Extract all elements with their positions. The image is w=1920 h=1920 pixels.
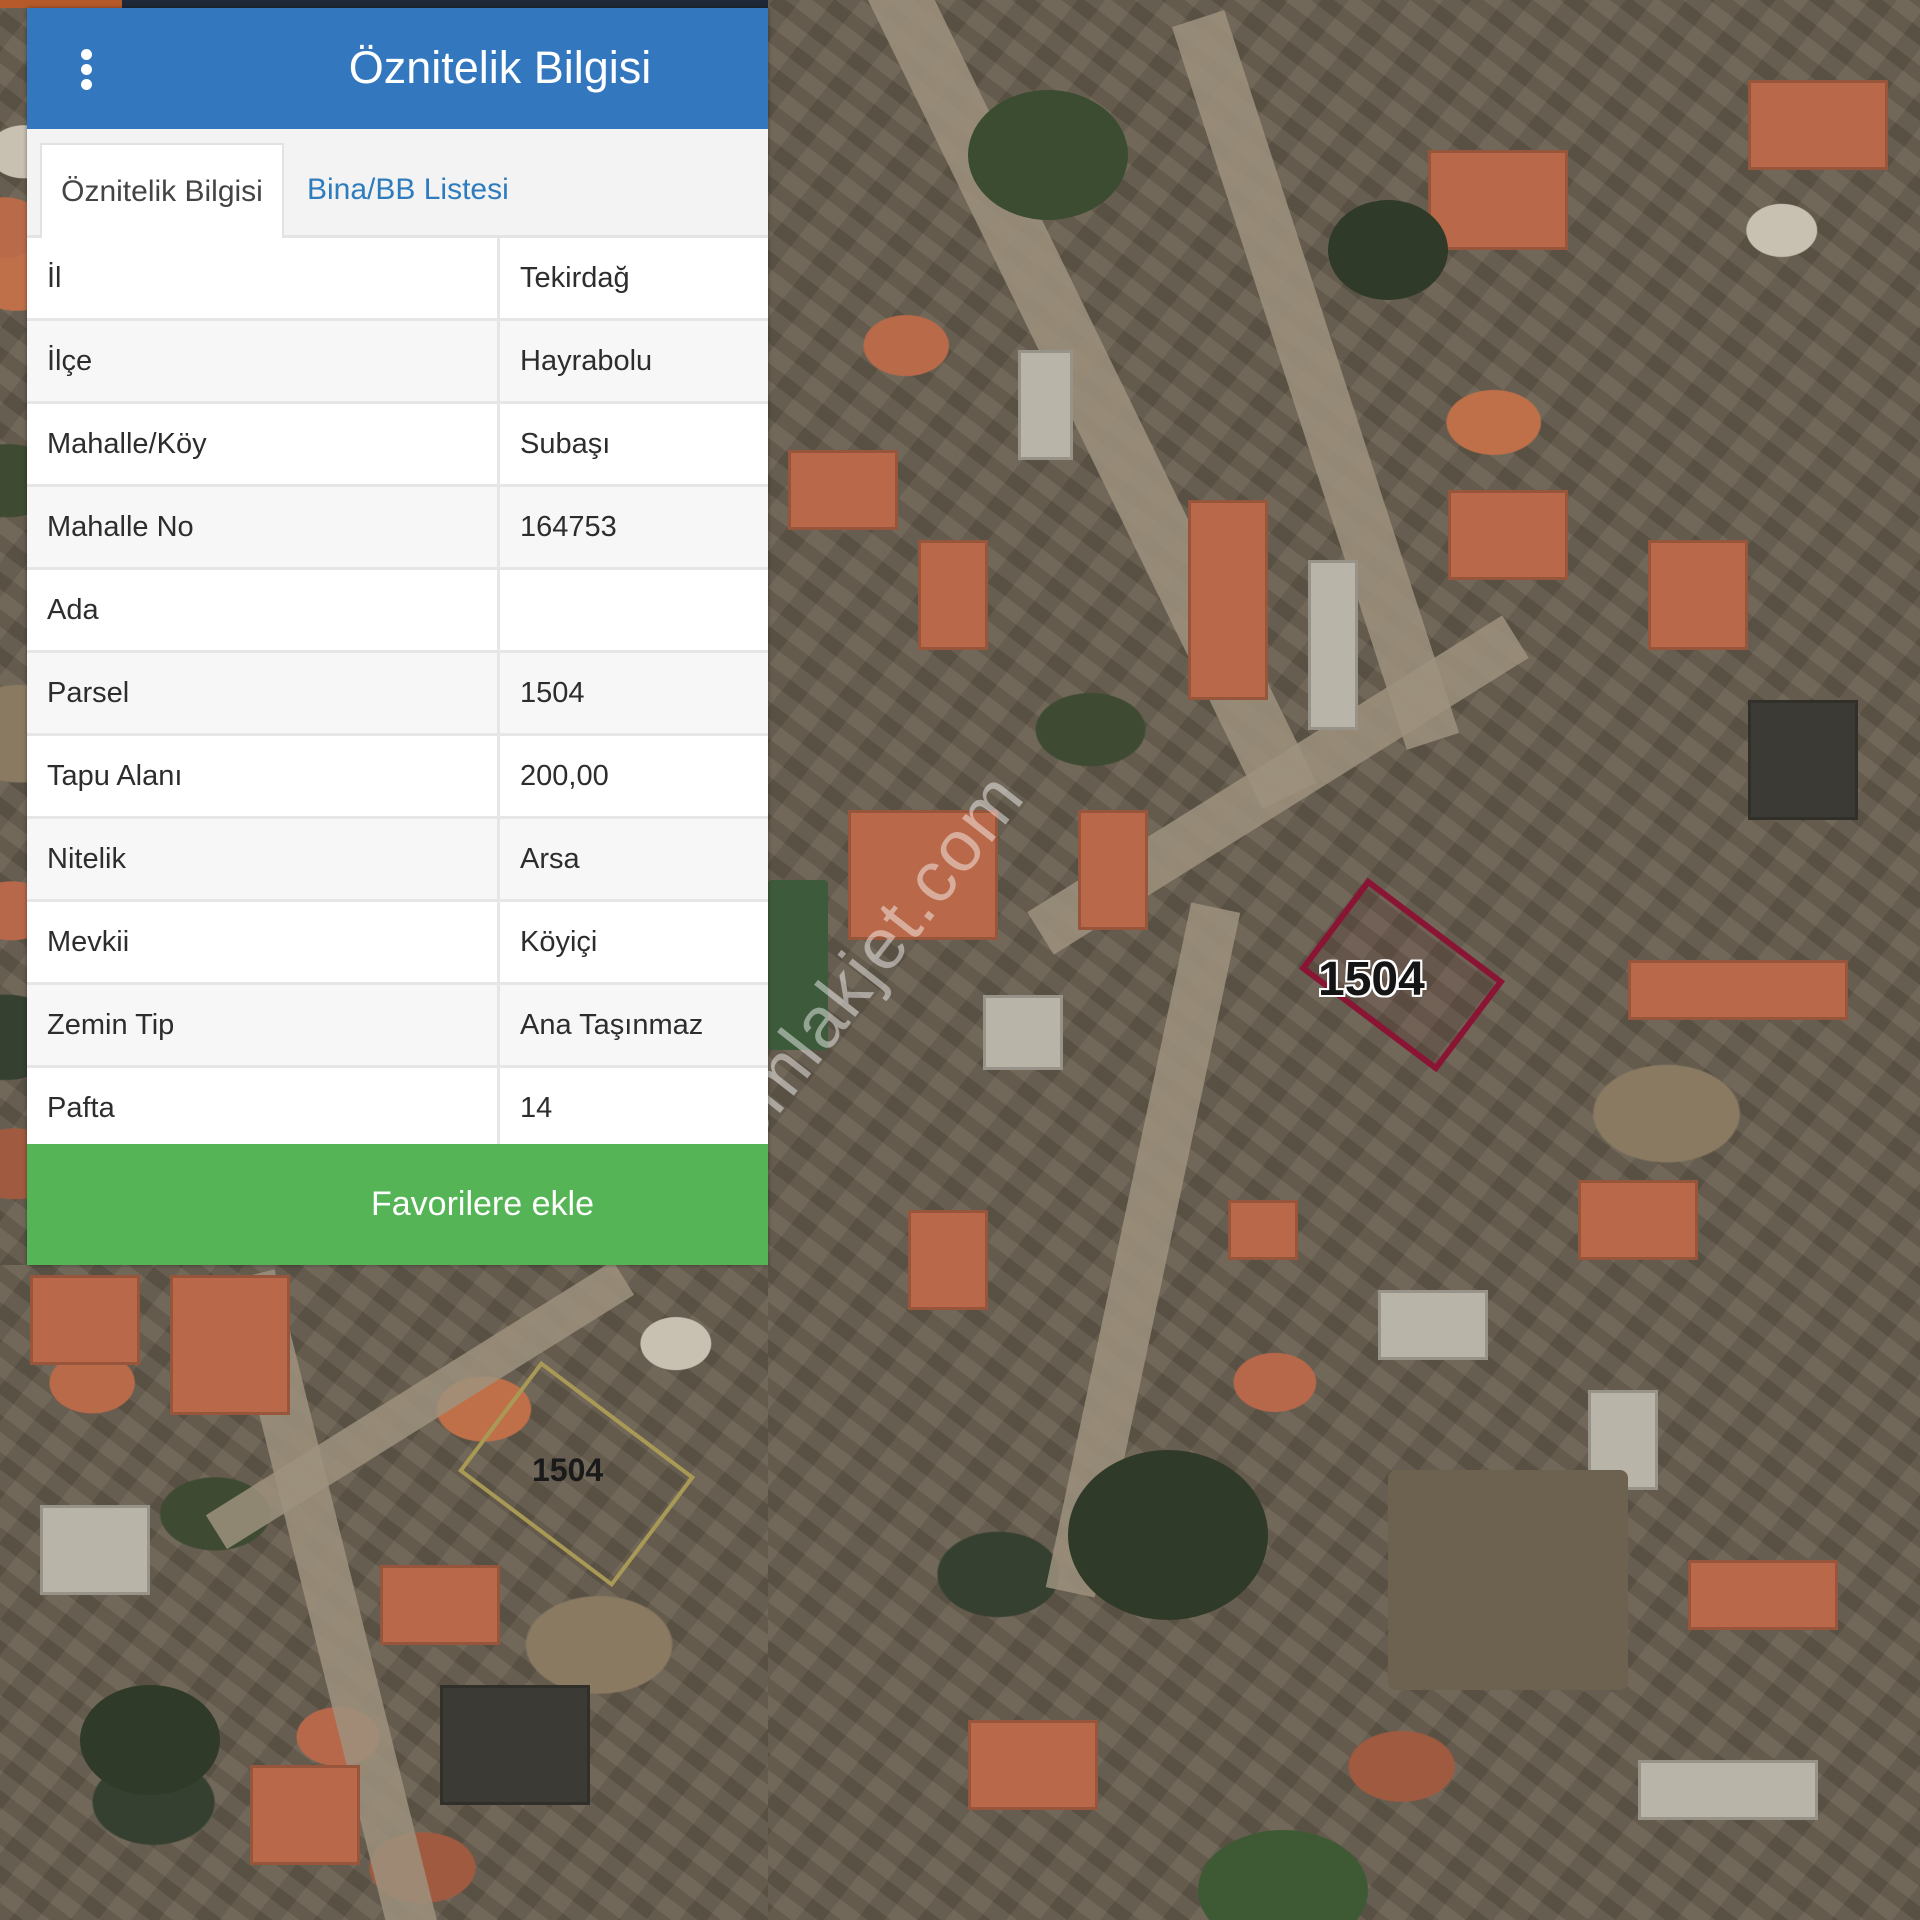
attribute-table: İl Tekirdağ İlçe Hayrabolu Mahalle/Köy Suba… xyxy=(27,238,768,1151)
parcel-label-inset: 1504 xyxy=(532,1452,604,1488)
table-row: İlçe Hayrabolu xyxy=(27,319,768,404)
row-value: Subaşı xyxy=(498,402,768,487)
row-key: Parsel xyxy=(27,651,500,736)
tab-building-list[interactable]: Bina/BB Listesi xyxy=(307,143,509,236)
tab-bar: Öznitelik Bilgisi Bina/BB Listesi xyxy=(27,129,768,238)
table-row: Ada xyxy=(27,568,768,653)
status-strip xyxy=(0,0,768,8)
table-row: Mahalle No 164753 xyxy=(27,485,768,570)
row-value: Tekirdağ xyxy=(498,238,768,321)
row-key: Ada xyxy=(27,568,500,653)
row-key: İlçe xyxy=(27,319,500,404)
row-key: Tapu Alanı xyxy=(27,734,500,819)
table-row: Tapu Alanı 200,00 xyxy=(27,734,768,819)
row-key: Mevkii xyxy=(27,900,500,985)
table-row: Nitelik Arsa xyxy=(27,817,768,902)
panel-title: Öznitelik Bilgisi xyxy=(348,42,652,93)
satellite-map-inset xyxy=(0,1265,768,1920)
satellite-map-edge xyxy=(0,0,27,1265)
row-value: 164753 xyxy=(498,485,768,570)
row-key: Nitelik xyxy=(27,817,500,902)
row-value: Köyiçi xyxy=(498,900,768,985)
row-value: 200,00 xyxy=(498,734,768,819)
row-value: Hayrabolu xyxy=(498,319,768,404)
attribute-panel: Öznitelik Bilgisi Öznitelik Bilgisi Bina… xyxy=(27,8,768,1265)
row-value: 1504 xyxy=(498,651,768,736)
row-value: Arsa xyxy=(498,817,768,902)
parcel-label: 1504 xyxy=(1318,953,1425,1006)
table-row: Parsel 1504 xyxy=(27,651,768,736)
table-row: İl Tekirdağ xyxy=(27,238,768,321)
row-key: İl xyxy=(27,238,500,321)
table-row: Mahalle/Köy Subaşı xyxy=(27,402,768,487)
row-value: 14 xyxy=(498,1066,768,1151)
panel-header: Öznitelik Bilgisi xyxy=(27,8,768,129)
row-key: Mahalle/Köy xyxy=(27,402,500,487)
add-to-favorites-button[interactable]: Favorilere ekle xyxy=(27,1144,768,1265)
tab-attribute-info[interactable]: Öznitelik Bilgisi xyxy=(40,143,284,238)
row-key: Zemin Tip xyxy=(27,983,500,1068)
row-value xyxy=(498,568,768,653)
row-value: Ana Taşınmaz xyxy=(498,983,768,1068)
row-key: Mahalle No xyxy=(27,485,500,570)
table-row: Mevkii Köyiçi xyxy=(27,900,768,985)
table-row: Zemin Tip Ana Taşınmaz xyxy=(27,983,768,1068)
row-key: Pafta xyxy=(27,1066,500,1151)
table-row: Pafta 14 xyxy=(27,1066,768,1151)
